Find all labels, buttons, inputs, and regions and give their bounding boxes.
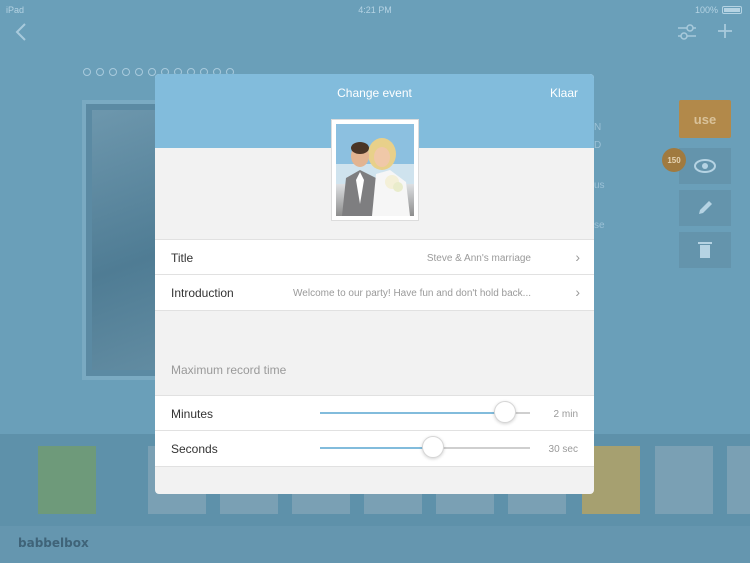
side-actions: use	[679, 100, 731, 268]
photo-thumbnail[interactable]	[38, 446, 96, 514]
use-button[interactable]: use	[679, 100, 731, 138]
status-bar: iPad 4:21 PM 100%	[0, 0, 750, 20]
seconds-slider-thumb[interactable]	[422, 436, 445, 458]
brand-logo: babbelbox	[18, 536, 89, 550]
delete-button[interactable]	[679, 232, 731, 268]
introduction-row[interactable]: Introduction Welcome to our party! Have …	[155, 275, 594, 311]
background-text: se	[594, 220, 605, 231]
trash-icon	[698, 242, 712, 258]
background-text: N	[594, 122, 602, 133]
back-icon[interactable]	[14, 22, 28, 46]
add-icon[interactable]	[716, 22, 734, 44]
change-event-modal: Change event Klaar Title Steve & Ann's m…	[155, 74, 594, 494]
page-dot	[109, 68, 117, 76]
filter-icon[interactable]	[676, 22, 698, 46]
modal-title: Change event	[337, 86, 412, 100]
minutes-value: 2 min	[553, 409, 578, 420]
edit-button[interactable]	[679, 190, 731, 226]
seconds-label: Seconds	[171, 442, 218, 456]
minutes-row: Minutes 2 min	[155, 395, 594, 431]
bottom-bar: babbelbox	[0, 526, 750, 563]
event-photo-image	[336, 124, 414, 216]
preview-button[interactable]	[679, 148, 731, 184]
minutes-slider-fill	[320, 412, 505, 414]
nav-bar	[0, 20, 750, 46]
page-dot	[122, 68, 130, 76]
seconds-row: Seconds 30 sec	[155, 431, 594, 467]
photo-thumbnail[interactable]	[727, 446, 750, 514]
pencil-icon	[699, 201, 712, 214]
page-dot	[96, 68, 104, 76]
introduction-value: Welcome to our party! Have fun and don't…	[293, 288, 531, 299]
title-value: Steve & Ann's marriage	[426, 253, 531, 264]
battery-percent: 100%	[694, 5, 718, 15]
page-dot	[83, 68, 91, 76]
background-text: us	[594, 180, 605, 191]
chevron-right-icon: ›	[575, 284, 580, 300]
event-photo[interactable]	[331, 119, 419, 221]
title-row[interactable]: Title Steve & Ann's marriage ›	[155, 239, 594, 275]
minutes-label: Minutes	[171, 407, 214, 421]
seconds-value: 30 sec	[548, 444, 578, 455]
introduction-label: Introduction	[171, 286, 234, 300]
eye-icon	[694, 159, 716, 173]
status-time: 4:21 PM	[358, 5, 392, 15]
background-text: D	[594, 140, 602, 151]
photo-thumbnail[interactable]	[655, 446, 713, 514]
count-badge: 150	[662, 148, 686, 172]
minutes-slider-thumb[interactable]	[493, 401, 516, 423]
chevron-right-icon: ›	[575, 249, 580, 265]
battery-icon	[722, 6, 742, 14]
section-label: Maximum record time	[171, 363, 287, 377]
battery-status: 100%	[695, 5, 742, 15]
seconds-slider-fill	[320, 447, 434, 449]
title-label: Title	[171, 251, 194, 265]
done-button[interactable]: Klaar	[550, 86, 578, 100]
page-dot	[135, 68, 143, 76]
